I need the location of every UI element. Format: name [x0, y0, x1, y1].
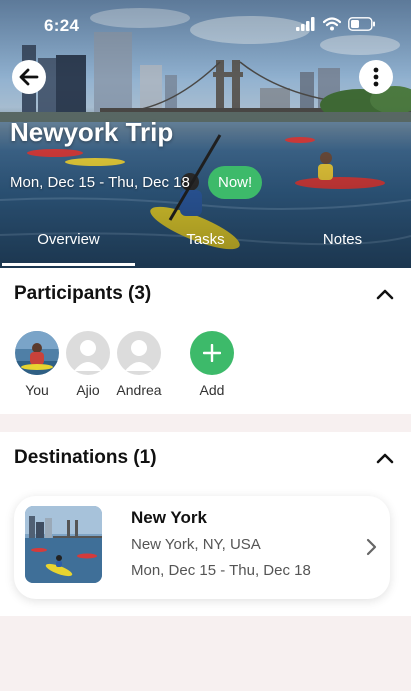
- destinations-title: Destinations (1): [14, 447, 157, 468]
- status-time: 6:24: [44, 16, 80, 35]
- default-person-icon: [117, 331, 161, 375]
- default-person-icon: [66, 331, 110, 375]
- tab-notes[interactable]: Notes: [274, 222, 411, 268]
- collapse-participants-button[interactable]: [373, 282, 397, 306]
- collapse-destinations-button[interactable]: [373, 446, 397, 470]
- participant-ajio[interactable]: Ajio: [63, 331, 113, 398]
- plus-icon: [203, 344, 221, 362]
- destination-location: New York, NY, USA: [131, 536, 261, 553]
- add-participant-button[interactable]: Add: [187, 331, 237, 398]
- chevron-up-icon: [376, 289, 394, 300]
- more-options-button[interactable]: [359, 60, 393, 94]
- participant-name: Andrea: [116, 382, 162, 398]
- participants-header: Participants (3): [14, 282, 397, 306]
- now-badge: Now!: [208, 166, 263, 199]
- participant-you[interactable]: You: [12, 331, 62, 398]
- chevron-right-icon: [366, 538, 377, 556]
- user-photo: [15, 331, 59, 375]
- tab-bar: Overview Tasks Notes: [0, 222, 411, 268]
- participants-section: Participants (3) You Ajio Andrea Add: [0, 268, 411, 414]
- participant-name: You: [25, 382, 49, 398]
- add-circle: [190, 331, 234, 375]
- destination-dates: Mon, Dec 15 - Thu, Dec 18: [131, 562, 311, 579]
- trip-dates: Mon, Dec 15 - Thu, Dec 18: [10, 174, 190, 191]
- destinations-section: Destinations (1) New York New York, NY, …: [0, 432, 411, 616]
- back-button[interactable]: [12, 60, 46, 94]
- tab-tasks[interactable]: Tasks: [137, 222, 274, 268]
- destination-card[interactable]: New York New York, NY, USA Mon, Dec 15 -…: [14, 496, 390, 599]
- participants-title: Participants (3): [14, 283, 152, 304]
- more-vertical-icon: [373, 67, 379, 87]
- chevron-up-icon: [376, 453, 394, 464]
- cellular-signal-icon: [296, 17, 315, 31]
- arrow-left-icon: [19, 68, 39, 86]
- avatar: [15, 331, 59, 375]
- wifi-icon: [323, 17, 341, 31]
- add-label: Add: [199, 382, 225, 398]
- participant-name: Ajio: [76, 382, 100, 398]
- destination-name: New York: [131, 508, 207, 527]
- battery-icon: [348, 17, 375, 31]
- status-bar: 6:24: [0, 0, 411, 50]
- tab-overview[interactable]: Overview: [0, 222, 137, 268]
- destination-thumbnail: [25, 506, 102, 583]
- status-icons: [296, 17, 376, 31]
- trip-title: Newyork Trip: [10, 117, 174, 147]
- destinations-header: Destinations (1): [14, 446, 397, 470]
- participant-andrea[interactable]: Andrea: [114, 331, 164, 398]
